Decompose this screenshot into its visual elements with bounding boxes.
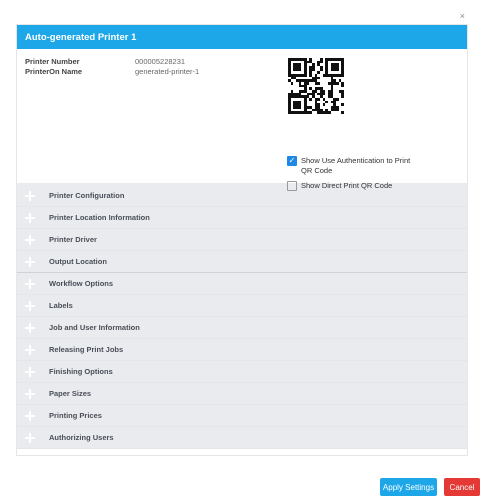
expand-plus-icon bbox=[25, 300, 35, 311]
section-printing-prices[interactable]: Printing Prices bbox=[17, 405, 467, 427]
use-auth-qr-option[interactable]: ✓ Show Use Authentication to Print QR Co… bbox=[287, 156, 419, 176]
section-label: Printer Location Information bbox=[49, 213, 150, 222]
expand-plus-icon bbox=[25, 366, 35, 377]
expand-plus-icon bbox=[25, 410, 35, 421]
section-labels[interactable]: Labels bbox=[17, 295, 467, 317]
direct-print-qr-option[interactable]: Show Direct Print QR Code bbox=[287, 181, 419, 191]
dialog-title-bar: Auto-generated Printer 1 bbox=[17, 25, 467, 49]
section-workflow-options[interactable]: Workflow Options bbox=[17, 273, 467, 295]
section-label: Printer Configuration bbox=[49, 191, 125, 200]
section-finishing-options[interactable]: Finishing Options bbox=[17, 361, 467, 383]
apply-settings-button[interactable]: Apply Settings bbox=[380, 478, 437, 496]
close-icon[interactable]: × bbox=[460, 12, 465, 21]
cancel-button[interactable]: Cancel bbox=[444, 478, 480, 496]
section-releasing-print-jobs[interactable]: Releasing Print Jobs bbox=[17, 339, 467, 361]
expand-plus-icon bbox=[25, 322, 35, 333]
printeron-name-row: PrinterOn Name generated-printer-1 bbox=[25, 67, 459, 77]
section-label: Printer Driver bbox=[49, 235, 97, 244]
printer-number-row: Printer Number 000005228231 bbox=[25, 57, 459, 67]
expand-plus-icon bbox=[25, 256, 35, 267]
direct-print-qr-label: Show Direct Print QR Code bbox=[301, 181, 393, 190]
section-job-and-user-information[interactable]: Job and User Information bbox=[17, 317, 467, 339]
section-label: Workflow Options bbox=[49, 279, 114, 288]
expand-plus-icon bbox=[25, 388, 35, 399]
dialog-title: Auto-generated Printer 1 bbox=[25, 31, 137, 43]
section-label: Labels bbox=[49, 301, 73, 310]
section-label: Output Location bbox=[49, 257, 107, 266]
section-output-location[interactable]: Output Location bbox=[17, 251, 467, 273]
section-label: Finishing Options bbox=[49, 367, 113, 376]
qr-code-image bbox=[288, 58, 344, 114]
printeron-name-label: PrinterOn Name bbox=[25, 67, 83, 76]
section-label: Printing Prices bbox=[49, 411, 102, 420]
expand-plus-icon bbox=[25, 234, 35, 245]
use-auth-qr-label: Show Use Authentication to Print QR Code bbox=[301, 156, 411, 175]
direct-print-qr-checkbox[interactable] bbox=[287, 181, 297, 191]
expand-plus-icon bbox=[25, 190, 35, 201]
use-auth-qr-checkbox[interactable]: ✓ bbox=[287, 156, 297, 166]
section-label: Authorizing Users bbox=[49, 433, 114, 442]
section-printer-location-information[interactable]: Printer Location Information bbox=[17, 207, 467, 229]
printer-settings-dialog: Auto-generated Printer 1 Printer Number … bbox=[16, 24, 468, 456]
expand-plus-icon bbox=[25, 278, 35, 289]
expand-plus-icon bbox=[25, 344, 35, 355]
section-printer-driver[interactable]: Printer Driver bbox=[17, 229, 467, 251]
section-label: Releasing Print Jobs bbox=[49, 345, 124, 354]
section-paper-sizes[interactable]: Paper Sizes bbox=[17, 383, 467, 405]
printer-number-label: Printer Number bbox=[25, 57, 80, 66]
section-label: Paper Sizes bbox=[49, 389, 92, 398]
settings-sections-list: Printer Configuration Printer Location In… bbox=[17, 183, 467, 449]
printer-number-value: 000005228231 bbox=[135, 57, 186, 66]
printeron-name-value: generated-printer-1 bbox=[135, 67, 200, 76]
section-authorizing-users[interactable]: Authorizing Users bbox=[17, 427, 467, 449]
section-label: Job and User Information bbox=[49, 323, 140, 332]
printer-info-panel: Printer Number 000005228231 PrinterOn Na… bbox=[17, 49, 467, 191]
expand-plus-icon bbox=[25, 212, 35, 223]
expand-plus-icon bbox=[25, 432, 35, 443]
